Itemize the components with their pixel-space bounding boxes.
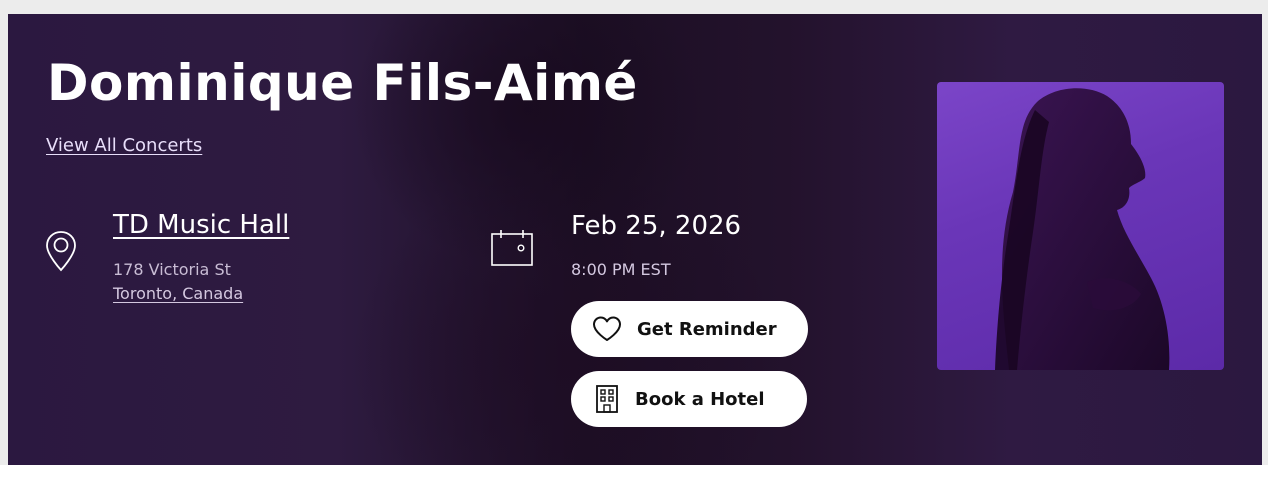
- venue-city-link[interactable]: Toronto, Canada: [113, 284, 243, 303]
- event-time: 8:00 PM EST: [571, 260, 671, 279]
- building-icon: [596, 385, 618, 413]
- venue-street: 178 Victoria St: [113, 260, 231, 279]
- book-hotel-button[interactable]: Book a Hotel: [571, 371, 807, 427]
- calendar-icon: [491, 230, 533, 266]
- artist-silhouette: [995, 88, 1170, 370]
- location-pin-icon: [46, 231, 76, 272]
- event-hero: Dominique Fils-Aimé View All Concerts TD…: [8, 14, 1262, 465]
- artist-title: Dominique Fils-Aimé: [47, 54, 638, 112]
- get-reminder-label: Get Reminder: [637, 318, 777, 340]
- page-content-strip: [0, 465, 1268, 480]
- artist-photo: [937, 82, 1224, 370]
- view-all-concerts-link[interactable]: View All Concerts: [46, 135, 202, 156]
- book-hotel-label: Book a Hotel: [635, 388, 765, 410]
- heart-icon: [593, 316, 621, 341]
- event-date: Feb 25, 2026: [571, 211, 742, 241]
- get-reminder-button[interactable]: Get Reminder: [571, 301, 808, 357]
- venue-name-link[interactable]: TD Music Hall: [113, 210, 289, 240]
